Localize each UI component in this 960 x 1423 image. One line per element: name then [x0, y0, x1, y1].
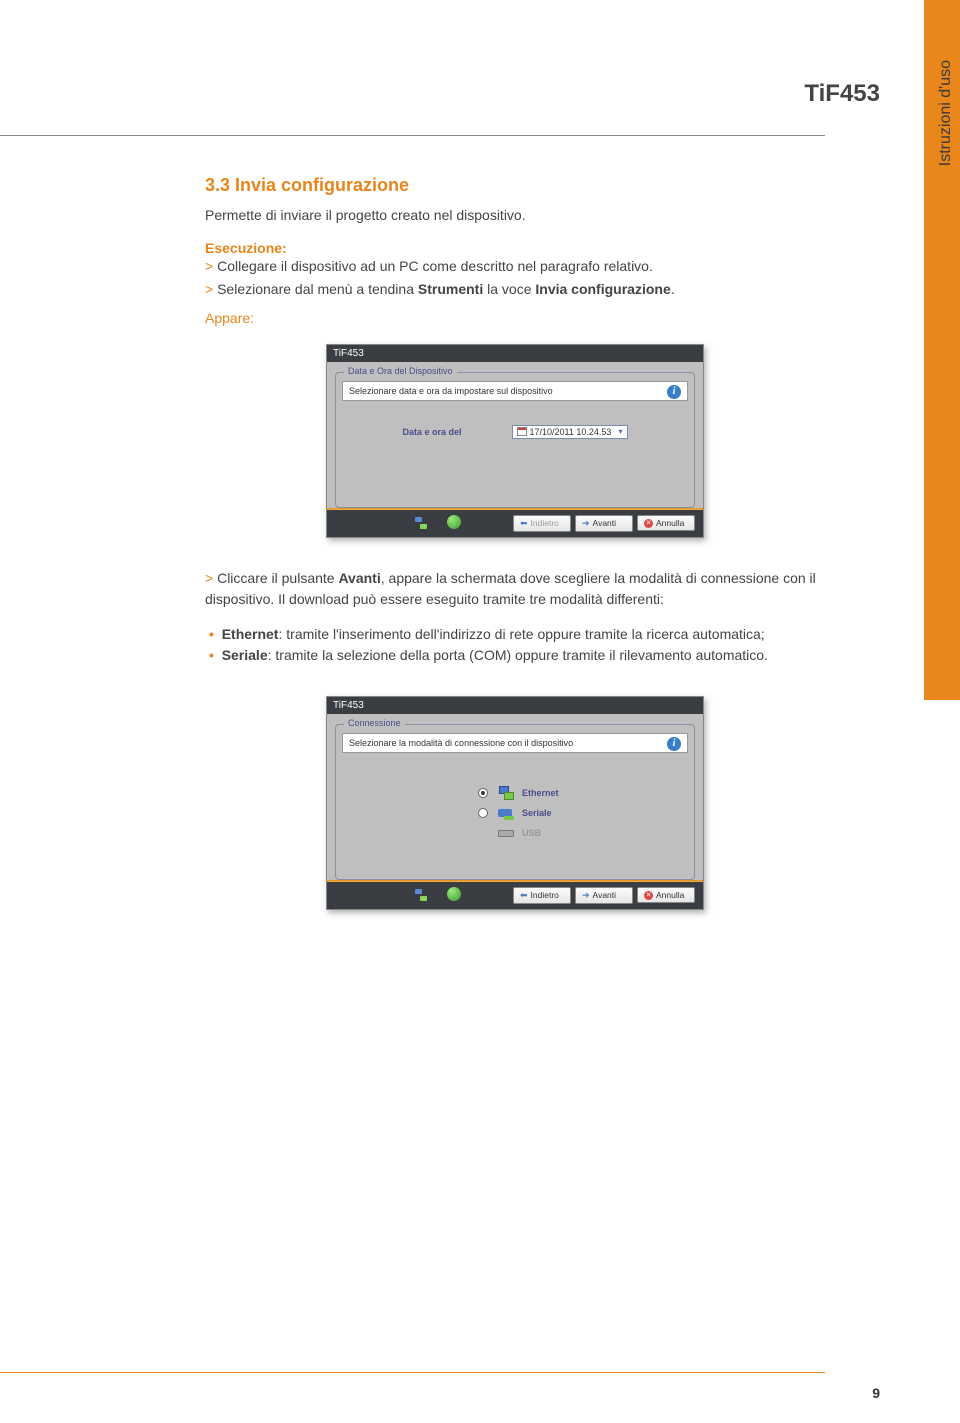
- step-2-c: .: [671, 281, 675, 297]
- product-code: TiF453: [804, 80, 880, 108]
- cancel-label-2: Annulla: [656, 890, 684, 900]
- back-button-2[interactable]: ⬅Indietro: [513, 887, 571, 904]
- group-label: Data e Ora del Dispositivo: [344, 366, 457, 376]
- radio-seriale[interactable]: [478, 808, 488, 818]
- section-intro: Permette di inviare il progetto creato n…: [205, 206, 825, 226]
- screenshot-date-dialog: TiF453 Data e Ora del Dispositivo Selezi…: [326, 344, 704, 538]
- cancel-button[interactable]: ✕Annulla: [637, 515, 695, 531]
- info-row-2: Selezionare la modalità di connessione c…: [342, 733, 688, 753]
- chevron-down-icon[interactable]: ▾: [619, 427, 623, 436]
- step-1-text: Collegare il dispositivo ad un PC come d…: [217, 258, 653, 274]
- bullet-ethernet: • Ethernet: tramite l'inserimento dell'i…: [209, 624, 825, 645]
- bullet-ser-bold: Seriale: [222, 647, 268, 663]
- date-value: 17/10/2011 10.24.53: [530, 427, 612, 437]
- screenshot-connection-dialog: TiF453 Connessione Selezionare la modali…: [326, 696, 704, 910]
- footer-rule: [0, 1372, 825, 1373]
- appare-label: Appare:: [205, 310, 825, 326]
- back-label: Indietro: [531, 518, 559, 528]
- usb-icon: [496, 826, 514, 840]
- step-2-a: Selezionare dal menù a tendina: [217, 281, 418, 297]
- bullet-eth-text: : tramite l'inserimento dell'indirizzo d…: [278, 626, 764, 642]
- execution-label: Esecuzione:: [205, 240, 825, 256]
- arrow-right-icon-2: ➔: [582, 890, 590, 901]
- radio-ethernet[interactable]: [478, 788, 488, 798]
- serial-icon: [496, 806, 514, 820]
- close-icon: ✕: [644, 519, 653, 528]
- step-1: > Collegare il dispositivo ad un PC come…: [205, 256, 825, 277]
- globe-icon[interactable]: [447, 515, 461, 529]
- date-input[interactable]: 17/10/2011 10.24.53 ▾: [512, 425, 628, 439]
- seriale-label: Seriale: [522, 808, 552, 818]
- info-text-2: Selezionare la modalità di connessione c…: [349, 738, 573, 748]
- step-2-bold-1: Strumenti: [418, 281, 483, 297]
- next-label-2: Avanti: [593, 890, 616, 900]
- option-ethernet[interactable]: Ethernet: [348, 783, 682, 803]
- globe-icon-2[interactable]: [447, 887, 461, 901]
- back-label-2: Indietro: [531, 890, 559, 900]
- info-icon[interactable]: i: [667, 385, 681, 399]
- calendar-icon: [517, 427, 527, 436]
- network-icon[interactable]: [413, 515, 429, 531]
- ethernet-label: Ethernet: [522, 788, 559, 798]
- back-button[interactable]: ⬅Indietro: [513, 515, 571, 532]
- cancel-button-2[interactable]: ✕Annulla: [637, 887, 695, 903]
- ethernet-icon: [496, 786, 514, 800]
- window-title-2: TiF453: [327, 697, 703, 714]
- date-label: Data e ora del: [402, 427, 461, 437]
- arrow-left-icon-2: ⬅: [520, 890, 528, 901]
- option-seriale[interactable]: Seriale: [348, 803, 682, 823]
- bullet-eth-bold: Ethernet: [222, 626, 279, 642]
- bullet-ser-text: : tramite la selezione della porta (COM)…: [268, 647, 768, 663]
- info-text: Selezionare data e ora da impostare sul …: [349, 386, 553, 396]
- header-rule: [0, 132, 825, 136]
- option-usb: USB: [348, 823, 682, 843]
- next-button-2[interactable]: ➔Avanti: [575, 887, 633, 904]
- step-avanti-a: Cliccare il pulsante: [217, 570, 338, 586]
- info-icon-2[interactable]: i: [667, 737, 681, 751]
- group-label-2: Connessione: [344, 718, 405, 728]
- window-title: TiF453: [327, 345, 703, 362]
- next-label: Avanti: [593, 518, 616, 528]
- next-button[interactable]: ➔Avanti: [575, 515, 633, 532]
- sidebar-label: Istruzioni d'uso: [937, 60, 955, 166]
- step-2: > Selezionare dal menù a tendina Strumen…: [205, 279, 825, 300]
- section-title: 3.3 Invia configurazione: [205, 175, 825, 196]
- page-number: 9: [872, 1385, 880, 1401]
- step-2-bold-2: Invia configurazione: [535, 281, 670, 297]
- info-row: Selezionare data e ora da impostare sul …: [342, 381, 688, 401]
- bullet-seriale: • Seriale: tramite la selezione della po…: [209, 645, 825, 666]
- network-icon-2[interactable]: [413, 887, 429, 903]
- usb-label: USB: [522, 828, 541, 838]
- step-avanti: > Cliccare il pulsante Avanti, appare la…: [205, 568, 825, 610]
- close-icon-2: ✕: [644, 891, 653, 900]
- sidebar-tab: Istruzioni d'uso: [924, 0, 960, 700]
- arrow-left-icon: ⬅: [520, 518, 528, 529]
- arrow-right-icon: ➔: [582, 518, 590, 529]
- cancel-label: Annulla: [656, 518, 684, 528]
- step-2-b: la voce: [483, 281, 535, 297]
- step-avanti-bold: Avanti: [338, 570, 380, 586]
